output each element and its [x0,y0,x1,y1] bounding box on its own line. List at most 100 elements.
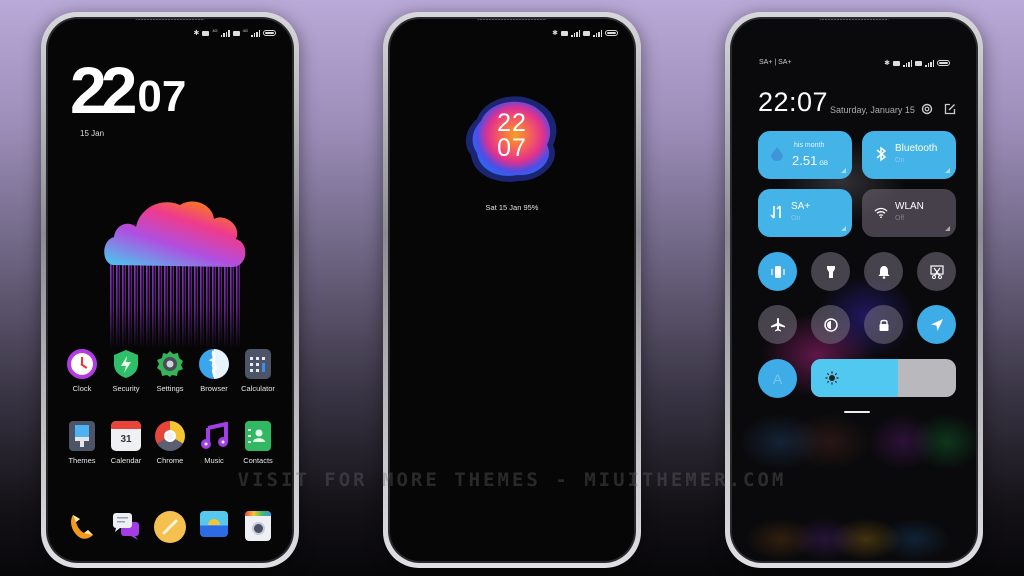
toggle-flashlight[interactable] [811,252,850,291]
toggle-reading-mode[interactable] [811,305,850,344]
app-row-1: Clock Security Settings Browser Calculat… [60,349,280,393]
chrome-icon [155,421,185,451]
tile-corner-indicator [945,168,950,173]
bluetooth-icon [876,146,887,162]
dock-messages[interactable] [104,511,148,543]
sim-icon [232,30,240,36]
vibrate-icon [770,265,785,278]
app-chrome[interactable]: Chrome [148,421,192,465]
dock-camera[interactable] [236,511,280,543]
network-type-icon: 4G [242,28,248,33]
control-center-screen: SA+ | SA+ ✱ 22:07 Saturday, January 15 h… [732,19,976,561]
aod-time: 22 07 [497,109,527,162]
phone-icon [67,511,97,541]
settings-gear-icon[interactable] [921,103,933,115]
app-contacts[interactable]: Contacts [236,421,280,465]
clock-hour: 22 [70,53,137,127]
home-screen: ✱ 4G 4G 22 07 15 Jan Clock Security Sett… [48,19,292,561]
shield-icon [111,349,141,379]
phone-always-on-display: ✱ 22 07 Sat 15 Jan 95% [383,12,641,568]
contrast-icon [823,317,838,332]
app-music[interactable]: Music [192,421,236,465]
toggle-location[interactable] [917,305,956,344]
drag-handle[interactable] [844,411,870,413]
clock-widget[interactable]: 22 07 [70,53,187,127]
airplane-icon [770,317,785,331]
flashlight-icon [826,265,835,278]
app-row-2: Themes 31 Calendar Chrome Music Contacts [60,421,280,465]
status-bar: ✱ [552,29,618,37]
battery-icon [263,30,276,36]
sim-icon [202,30,210,36]
dock [60,511,280,543]
music-note-icon [199,421,229,451]
app-calendar[interactable]: 31 Calendar [104,421,148,465]
toggle-ring[interactable] [864,252,903,291]
speaker-grille [819,19,889,20]
signal-icon [593,29,602,37]
tile-mobile-network[interactable]: SA+ On [758,189,852,237]
wifi-icon [874,207,888,219]
calendar-icon: 31 [111,421,141,451]
toggle-vibrate[interactable] [758,252,797,291]
app-settings[interactable]: Settings [148,349,192,393]
tile-corner-indicator [841,226,846,231]
network-type-icon: 4G [212,28,218,33]
data-drop-icon [771,147,783,161]
cloud-icon [104,201,246,267]
toggle-lock-screen[interactable] [864,305,903,344]
battery-icon [605,30,618,36]
dock-notes[interactable] [148,511,192,543]
app-calculator[interactable]: Calculator [236,349,280,393]
tile-wlan[interactable]: WLAN Off [862,189,956,237]
notes-icon [154,511,186,543]
rain-cloud-wallpaper [100,189,250,349]
sim-icon [893,60,900,66]
cc-time: 22:07 [758,87,829,117]
contacts-icon [245,421,271,451]
aod-clock-blob: 22 07 [457,89,567,189]
auto-brightness-button[interactable]: A [758,359,797,398]
dock-gallery[interactable] [192,511,236,543]
cc-date: Saturday, January 15 [830,105,915,115]
battery-icon [937,60,950,66]
dock-phone[interactable] [60,511,104,543]
bluetooth-icon: ✱ [884,60,890,67]
status-bar: ✱ [884,59,950,67]
toggle-screenshot[interactable] [917,252,956,291]
lock-icon [879,319,888,331]
edit-icon[interactable] [944,103,956,115]
clock-icon [67,349,97,379]
app-browser[interactable]: Browser [192,349,236,393]
status-bar: ✱ 4G 4G [193,29,276,37]
screenshot-scissors-icon [929,264,944,279]
gallery-icon [200,511,228,537]
aod-screen: ✱ 22 07 Sat 15 Jan 95% [390,19,634,561]
sun-icon [825,371,839,385]
phone-home-screen: ✱ 4G 4G 22 07 15 Jan Clock Security Sett… [41,12,299,568]
aod-date-battery: Sat 15 Jan 95% [485,203,539,212]
location-arrow-icon [930,318,943,331]
gear-icon [155,349,185,379]
tile-bluetooth[interactable]: Bluetooth On [862,131,956,179]
signal-icon [220,29,230,37]
paintbrush-icon [69,421,95,451]
app-clock[interactable]: Clock [60,349,104,393]
brightness-slider[interactable] [811,359,956,397]
speaker-grille [135,19,205,20]
sim-icon [915,60,922,66]
app-security[interactable]: Security [104,349,148,393]
tile-mobile-data-usage[interactable]: his month 2.51 GB [758,131,852,179]
sim-icon [583,30,590,36]
signal-icon [925,59,934,67]
clock-date: 15 Jan [80,129,105,138]
toggle-airplane[interactable] [758,305,797,344]
speaker-grille [477,19,547,20]
bell-icon [878,265,889,279]
sim-icon [561,30,568,36]
camera-icon [245,511,271,541]
bluetooth-icon: ✱ [193,30,200,37]
clock-minute: 07 [137,72,187,121]
carrier-label: SA+ | SA+ [759,59,792,66]
app-themes[interactable]: Themes [60,421,104,465]
